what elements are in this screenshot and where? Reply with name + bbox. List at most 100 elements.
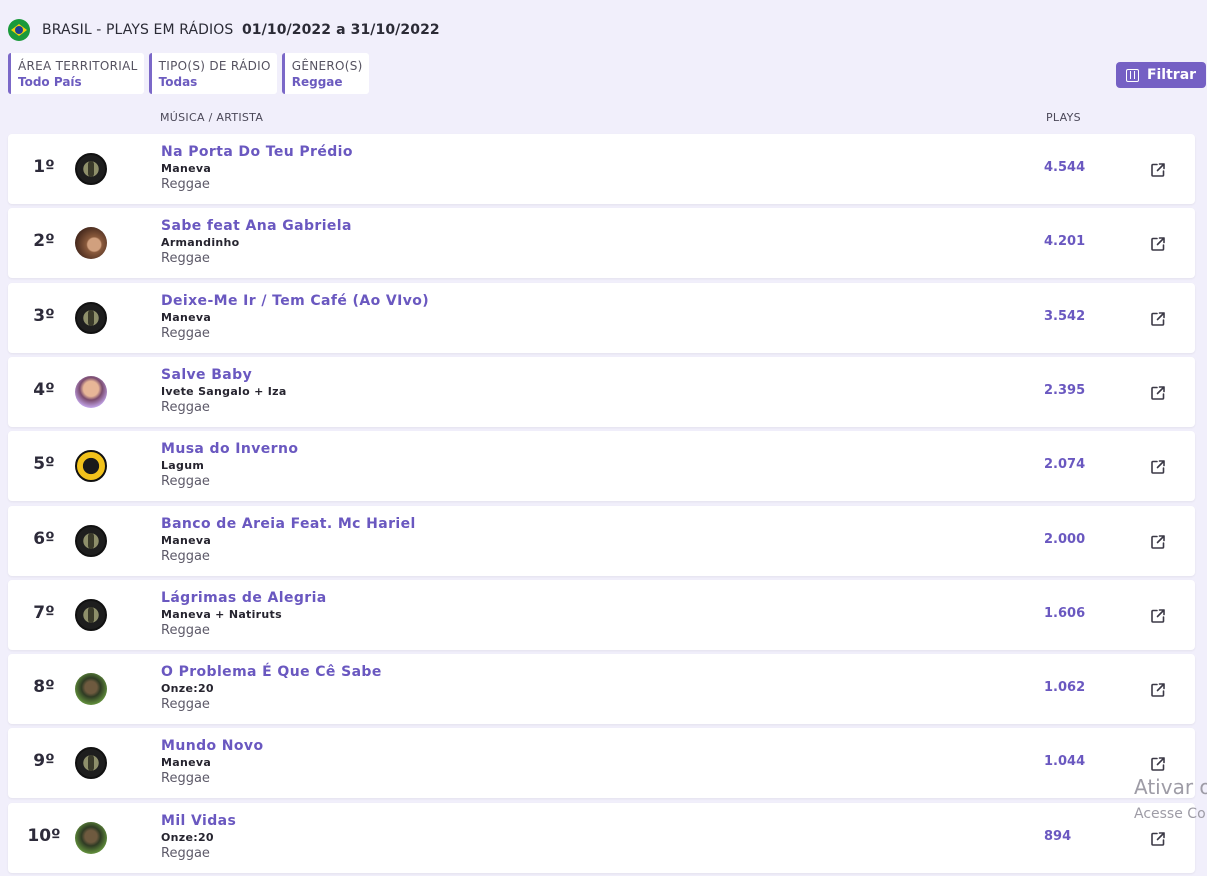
artist-name: Maneva [161, 756, 212, 769]
external-link-icon[interactable] [1150, 459, 1166, 475]
sliders-icon [1125, 68, 1139, 82]
genre-label: Reggae [161, 549, 210, 564]
song-title[interactable]: O Problema É Que Cê Sabe [161, 664, 382, 680]
ranking-row[interactable]: 3º Deixe-Me Ir / Tem Café (Ao VIvo) Maneva… [8, 283, 1195, 353]
external-link-icon[interactable] [1150, 236, 1166, 252]
artist-name: Lagum [161, 459, 205, 472]
artist-avatar [75, 450, 107, 482]
genre-label: Reggae [161, 326, 210, 341]
genre-label: Reggae [161, 697, 210, 712]
song-title[interactable]: Banco de Areia Feat. Mc Hariel [161, 516, 416, 532]
column-header-music-artist: MÚSICA / ARTISTA [160, 111, 264, 124]
genre-label: Reggae [161, 771, 210, 786]
song-title[interactable]: Salve Baby [161, 367, 252, 383]
artist-avatar [75, 599, 107, 631]
ranking-row[interactable]: 10º Mil Vidas Onze:20 Reggae 894 [8, 803, 1195, 873]
filter-button[interactable]: Filtrar [1116, 62, 1206, 88]
windows-activation-watermark: Ativar o Acesse Co [1134, 775, 1207, 822]
song-title[interactable]: Na Porta Do Teu Prédio [161, 144, 353, 160]
plays-count: 1.606 [1044, 606, 1086, 621]
rank-number: 8º [33, 677, 55, 697]
artist-name: Ivete Sangalo + Iza [161, 385, 287, 398]
external-link-icon[interactable] [1150, 385, 1166, 401]
artist-name: Onze:20 [161, 682, 214, 695]
page-title-text: BRASIL - PLAYS EM RÁDIOS [42, 22, 234, 38]
artist-avatar [75, 376, 107, 408]
watermark-subtitle: Acesse Co [1134, 806, 1206, 822]
ranking-row[interactable]: 2º Sabe feat Ana Gabriela Armandinho Reggae… [8, 208, 1195, 278]
rank-number: 3º [33, 306, 55, 326]
song-title[interactable]: Mundo Novo [161, 738, 263, 754]
artist-name: Armandinho [161, 236, 240, 249]
ranking-row[interactable]: 5º Musa do Inverno Lagum Reggae 2.074 [8, 431, 1195, 501]
ranking-row[interactable]: 9º Mundo Novo Maneva Reggae 1.044 [8, 728, 1195, 798]
column-headers: MÚSICA / ARTISTA PLAYS [0, 111, 1207, 127]
song-title[interactable]: Musa do Inverno [161, 441, 298, 457]
song-title[interactable]: Sabe feat Ana Gabriela [161, 218, 352, 234]
plays-count: 1.062 [1044, 680, 1086, 695]
genre-label: Reggae [161, 251, 210, 266]
ranking-row[interactable]: 6º Banco de Areia Feat. Mc Hariel Maneva Re… [8, 506, 1195, 576]
filter-radio-type-label: TIPO(S) DE RÁDIO [158, 58, 271, 73]
external-link-icon[interactable] [1150, 311, 1166, 327]
watermark-title: Ativar o [1134, 775, 1207, 799]
date-range: 01/10/2022 a 31/10/2022 [241, 22, 440, 38]
plays-count: 4.201 [1044, 234, 1086, 249]
external-link-icon[interactable] [1150, 608, 1166, 624]
plays-count: 2.395 [1044, 383, 1086, 398]
external-link-icon[interactable] [1150, 162, 1166, 178]
rank-number: 2º [33, 231, 55, 251]
artist-avatar [75, 525, 107, 557]
artist-avatar [75, 747, 107, 779]
rank-number: 1º [33, 157, 55, 177]
filter-button-label: Filtrar [1146, 67, 1197, 83]
artist-name: Maneva [161, 311, 212, 324]
rank-number: 6º [33, 529, 55, 549]
filter-genre[interactable]: GÊNERO(S) Reggae [281, 53, 369, 94]
plays-count: 1.044 [1044, 754, 1086, 769]
filter-genre-label: GÊNERO(S) [291, 58, 363, 73]
filter-area-label: ÁREA TERRITORIAL [18, 58, 138, 73]
plays-count: 4.544 [1044, 160, 1086, 175]
rank-number: 10º [27, 826, 61, 846]
artist-avatar [75, 153, 107, 185]
artist-name: Maneva [161, 162, 212, 175]
artist-avatar [75, 302, 107, 334]
genre-label: Reggae [161, 846, 210, 861]
ranking-row[interactable]: 8º O Problema É Que Cê Sabe Onze:20 Reggae 1… [8, 654, 1195, 724]
genre-label: Reggae [161, 400, 210, 415]
column-header-plays: PLAYS [1046, 111, 1081, 124]
plays-count: 3.542 [1044, 309, 1086, 324]
song-title[interactable]: Lágrimas de Alegria [161, 590, 327, 606]
rank-number: 4º [33, 380, 55, 400]
rank-number: 5º [33, 454, 55, 474]
genre-label: Reggae [161, 474, 210, 489]
filter-radio-type[interactable]: TIPO(S) DE RÁDIO Todas [148, 53, 277, 94]
plays-count: 894 [1044, 829, 1072, 844]
rank-number: 9º [33, 751, 55, 771]
plays-count: 2.000 [1044, 532, 1086, 547]
external-link-icon[interactable] [1150, 534, 1166, 550]
ranking-row[interactable]: 1º Na Porta Do Teu Prédio Maneva Reggae 4.54… [8, 134, 1195, 204]
external-link-icon[interactable] [1150, 682, 1166, 698]
external-link-icon[interactable] [1150, 756, 1166, 772]
brazil-flag-icon [8, 19, 30, 41]
external-link-icon[interactable] [1150, 831, 1166, 847]
filter-area[interactable]: ÁREA TERRITORIAL Todo País [8, 53, 144, 94]
artist-name: Maneva + Natiruts [161, 608, 282, 621]
song-title[interactable]: Mil Vidas [161, 813, 236, 829]
artist-avatar [75, 822, 107, 854]
artist-name: Onze:20 [161, 831, 214, 844]
active-filters: ÁREA TERRITORIAL Todo País TIPO(S) DE RÁ… [8, 53, 369, 94]
ranking-row[interactable]: 7º Lágrimas de Alegria Maneva + Natiruts Re… [8, 580, 1195, 650]
filter-radio-type-value: Todas [158, 74, 198, 89]
ranking-row[interactable]: 4º Salve Baby Ivete Sangalo + Iza Reggae 2.3… [8, 357, 1195, 427]
page-header: BRASIL - PLAYS EM RÁDIOS 01/10/2022 a 31… [8, 18, 440, 42]
rank-number: 7º [33, 603, 55, 623]
page-title: BRASIL - PLAYS EM RÁDIOS 01/10/2022 a 31… [42, 22, 440, 38]
artist-name: Maneva [161, 534, 212, 547]
song-title[interactable]: Deixe-Me Ir / Tem Café (Ao VIvo) [161, 293, 429, 309]
filter-area-value: Todo País [18, 74, 82, 89]
artist-avatar [75, 227, 107, 259]
filter-genre-value: Reggae [291, 74, 343, 89]
